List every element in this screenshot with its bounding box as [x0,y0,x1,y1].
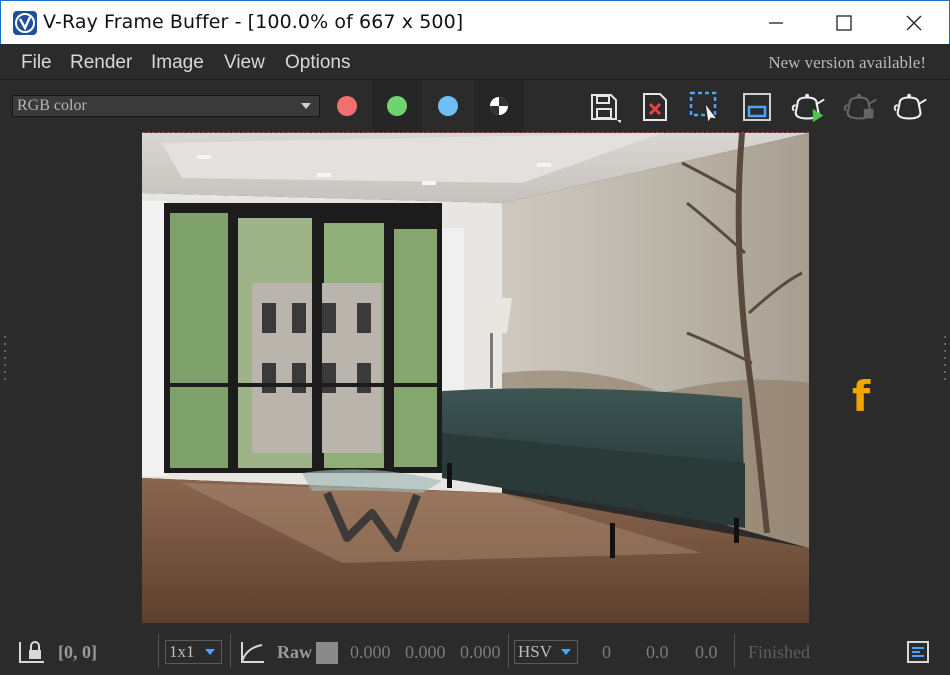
color-space-select[interactable]: HSV [514,640,578,664]
follow-mouse-icon [743,93,771,121]
follow-mouse-button[interactable] [738,88,776,126]
left-panel-grip-icon[interactable] [2,332,8,382]
divider [508,634,509,668]
color-space-value: HSV [518,642,553,661]
red-channel-button[interactable] [322,80,372,132]
green-channel-button[interactable] [372,80,422,132]
divider [734,634,735,668]
blue-channel-button[interactable] [423,80,473,132]
pixel-g-value: 0.000 [405,642,446,662]
region-render-button[interactable] [686,88,724,126]
window-title: V-Ray Frame Buffer - [100.0% of 667 x 50… [43,11,464,33]
minimize-button[interactable] [741,1,811,45]
hue-value: 0 [602,642,611,662]
blue-dot-icon [438,96,458,116]
value-value: 0.0 [695,642,718,662]
track-mouse-lock-icon[interactable] [18,640,46,666]
sample-size-select[interactable]: 1x1 [165,640,222,664]
channel-select[interactable]: RGB color [12,95,320,117]
pixel-b-value: 0.000 [460,642,501,662]
title-bar: V-Ray Frame Buffer - [100.0% of 667 x 50… [0,0,950,44]
raw-toggle-label[interactable]: Raw [277,642,312,663]
menu-options[interactable]: Options [285,52,350,74]
status-bar: [0, 0] 1x1 Raw 0.000 0.000 0.000 HSV 0 0… [0,628,950,675]
render-icon [893,93,927,120]
maximize-icon [836,15,852,31]
menu-view[interactable]: View [224,52,265,74]
region-render-icon [689,91,719,125]
pixel-color-swatch [316,642,338,664]
stop-render-icon [843,93,877,120]
color-curve-icon[interactable] [238,640,266,666]
render-log-icon[interactable] [906,640,930,664]
living-room-render-image [142,133,809,623]
stop-render-button[interactable] [842,88,880,126]
chevron-down-icon [205,649,215,655]
divider [230,634,231,668]
green-dot-icon [387,96,407,116]
pixel-coordinates: [0, 0] [58,642,97,662]
divider [158,634,159,668]
right-panel-grip-icon[interactable] [942,332,948,382]
clear-image-icon [643,93,667,121]
chevron-down-icon [301,103,311,109]
sample-size-value: 1x1 [169,642,195,661]
menu-render[interactable]: Render [70,52,132,74]
save-icon [591,94,621,123]
close-icon [906,15,922,31]
chevron-down-icon [561,649,571,655]
pixel-r-value: 0.000 [350,642,391,662]
fire-layer-icon[interactable]: f [852,372,870,421]
render-status-text: Finished [748,642,811,662]
menu-bar: File Render Image View Options New versi… [0,44,950,80]
render-interactive-icon [791,93,825,123]
save-image-button[interactable] [585,88,623,126]
minimize-icon [769,22,783,24]
channel-select-value: RGB color [17,97,87,114]
red-dot-icon [337,96,357,116]
alpha-icon [490,97,508,115]
toolbar: RGB color [0,80,950,132]
clear-image-button[interactable] [636,88,674,126]
rendered-image[interactable] [142,132,809,623]
close-button[interactable] [879,1,949,45]
menu-image[interactable]: Image [151,52,204,74]
maximize-button[interactable] [809,1,879,45]
new-version-link[interactable]: New version available! [768,53,926,73]
alpha-channel-button[interactable] [474,80,524,132]
saturation-value: 0.0 [646,642,669,662]
render-viewport[interactable]: f [0,132,950,624]
menu-file[interactable]: File [21,52,52,74]
render-button[interactable] [892,88,930,126]
vray-logo-icon [13,11,37,35]
interactive-render-button[interactable] [790,88,828,126]
